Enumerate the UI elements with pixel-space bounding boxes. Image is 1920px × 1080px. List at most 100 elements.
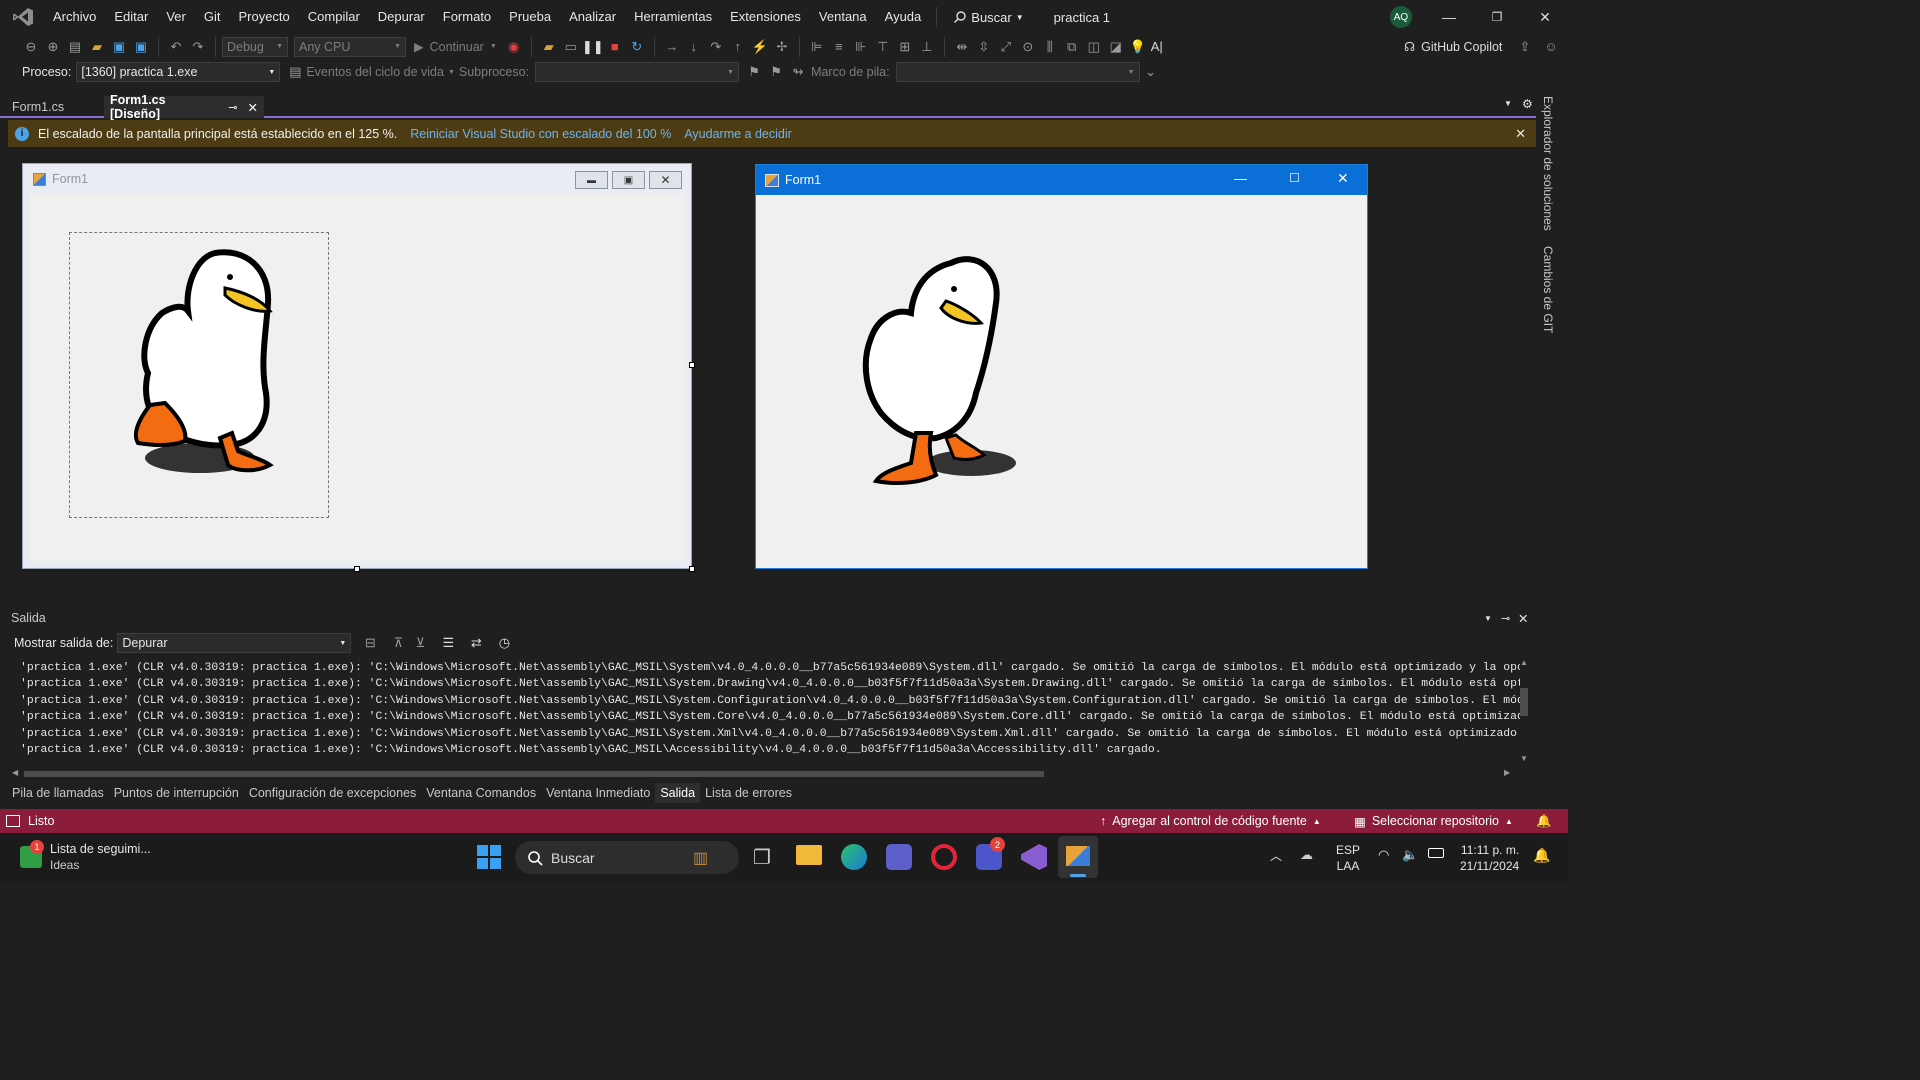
stackframe-select[interactable]: ▼ <box>895 62 1140 82</box>
menu-editar[interactable]: Editar <box>105 0 157 34</box>
design-form-window[interactable]: Form1 ▬ ▣ ✕ <box>22 163 695 572</box>
stack-icon[interactable]: ↬ <box>789 63 807 81</box>
scroll-up-icon[interactable]: ▲ <box>1520 658 1528 667</box>
visual-studio-taskbar-icon[interactable] <box>1021 844 1047 870</box>
close-tab-icon[interactable]: ✕ <box>248 100 258 115</box>
widgets-button[interactable]: 1 Lista de seguimi... Ideas <box>20 840 151 873</box>
task-view-icon[interactable]: ❐ <box>753 845 771 870</box>
clock[interactable]: 11:11 p. m. 21/11/2024 <box>1460 842 1519 874</box>
undo-icon[interactable]: ↶ <box>167 38 185 56</box>
scroll-thumb[interactable] <box>24 771 1044 777</box>
scroll-down-icon[interactable]: ▼ <box>1520 754 1528 763</box>
new-project-icon[interactable]: ▤ <box>66 38 84 56</box>
size-icon[interactable]: ⤢ <box>997 38 1015 56</box>
flag-icon[interactable]: ⚑ <box>745 63 763 81</box>
center-icon[interactable]: ⫼ <box>1041 38 1059 56</box>
continue-button[interactable]: ▶ Continuar ▼ <box>414 39 497 55</box>
tab-form1-cs[interactable]: Form1.cs <box>6 96 104 118</box>
process-select[interactable]: [1360] practica 1.exe ▼ <box>76 62 281 82</box>
lightbulb-icon[interactable]: 💡 <box>1129 38 1147 56</box>
find-message-icon[interactable]: ⊟ <box>361 634 379 652</box>
tab-call-stack[interactable]: Pila de llamadas <box>7 786 109 800</box>
language-indicator[interactable]: ESP LAA <box>1336 842 1360 874</box>
tab-command-window[interactable]: Ventana Comandos <box>421 786 541 800</box>
minimize-button[interactable]: — <box>1426 0 1472 34</box>
screen-icon[interactable]: ▭ <box>562 38 580 56</box>
align-center-icon[interactable]: ≡ <box>830 38 848 56</box>
resize-handle[interactable] <box>354 566 360 572</box>
step-into-icon[interactable]: ↓ <box>685 38 703 56</box>
menu-prueba[interactable]: Prueba <box>500 0 560 34</box>
pin-icon[interactable]: ⊸ <box>1501 612 1510 625</box>
tab-output[interactable]: Salida <box>655 783 701 803</box>
redo-icon[interactable]: ↷ <box>189 38 207 56</box>
navigate-back-icon[interactable]: ⊖ <box>22 38 40 56</box>
tab-breakpoints[interactable]: Puntos de interrupción <box>109 786 244 800</box>
platform-select[interactable]: Any CPU ▼ <box>294 36 406 57</box>
add-source-control-button[interactable]: ↑ Agregar al control de código fuente ▲ <box>1100 814 1321 828</box>
flag-all-icon[interactable]: ⚑ <box>767 63 785 81</box>
align-top-icon[interactable]: ⊤ <box>874 38 892 56</box>
next-message-icon[interactable]: ⊻ <box>411 634 429 652</box>
scroll-left-icon[interactable]: ◀ <box>12 768 18 777</box>
restart-icon[interactable]: ↻ <box>628 38 646 56</box>
visual-studio-logo-icon[interactable] <box>12 7 34 27</box>
menu-git[interactable]: Git <box>195 0 230 34</box>
design-picturebox[interactable] <box>69 232 329 518</box>
battery-icon[interactable] <box>1428 848 1444 858</box>
search-button[interactable]: Buscar ▼ <box>943 10 1033 25</box>
menu-depurar[interactable]: Depurar <box>369 0 434 34</box>
start-icon[interactable] <box>477 845 501 869</box>
notifications-icon[interactable]: 🔔 <box>1536 814 1552 829</box>
restart-scaling-link[interactable]: Reiniciar Visual Studio con escalado del… <box>410 127 671 141</box>
chevron-up-icon[interactable]: ︿ <box>1270 847 1282 864</box>
configuration-select[interactable]: Debug ▼ <box>222 36 288 57</box>
help-decide-link[interactable]: Ayudarme a decidir <box>684 127 791 141</box>
order-icon[interactable]: ⧉ <box>1063 38 1081 56</box>
breakpoint-icon[interactable]: ✢ <box>773 38 791 56</box>
ai-button[interactable]: A| <box>1151 38 1163 56</box>
lifecycle-icon[interactable]: ▤ <box>286 63 304 81</box>
design-form-client[interactable] <box>30 194 684 562</box>
solution-explorer-tab[interactable]: Explorador de soluciones <box>1541 96 1555 231</box>
step-out-icon[interactable]: ↑ <box>729 38 747 56</box>
tab-error-list[interactable]: Lista de errores <box>700 786 797 800</box>
github-copilot-button[interactable]: ☊ GitHub Copilot <box>1404 39 1502 55</box>
select-repo-button[interactable]: ▦ Seleccionar repositorio ▲ <box>1354 814 1513 829</box>
scroll-thumb[interactable] <box>1520 688 1528 716</box>
send-back-icon[interactable]: ◪ <box>1107 38 1125 56</box>
menu-compilar[interactable]: Compilar <box>299 0 369 34</box>
output-menu-icon[interactable]: ▼ <box>1484 614 1492 623</box>
navigate-forward-icon[interactable]: ⊕ <box>44 38 62 56</box>
close-output-icon[interactable]: ✕ <box>1518 611 1528 626</box>
volume-icon[interactable]: 🔈 <box>1402 847 1418 863</box>
tab-list-icon[interactable]: ▼ <box>1504 99 1512 108</box>
align-middle-icon[interactable]: ⊞ <box>896 38 914 56</box>
menu-analizar[interactable]: Analizar <box>560 0 625 34</box>
run-form-titlebar[interactable]: Form1 — ☐ ✕ <box>756 165 1367 195</box>
taskbar-search[interactable]: Buscar ▥ <box>515 841 739 874</box>
onedrive-icon[interactable]: ☁ <box>1300 847 1313 863</box>
align-right-icon[interactable]: ⊪ <box>852 38 870 56</box>
run-close-button[interactable]: ✕ <box>1337 170 1349 187</box>
resize-handle[interactable] <box>689 362 695 368</box>
prev-message-icon[interactable]: ⊼ <box>389 634 407 652</box>
feedback-icon[interactable]: ☺ <box>1542 38 1560 56</box>
avatar[interactable]: AQ <box>1390 6 1412 28</box>
zoom-icon[interactable]: ⊙ <box>1019 38 1037 56</box>
share-icon[interactable]: ⇪ <box>1516 38 1534 56</box>
hot-reload-icon[interactable]: ◉ <box>505 38 523 56</box>
menu-ver[interactable]: Ver <box>157 0 195 34</box>
timestamp-icon[interactable]: ◷ <box>495 634 513 652</box>
align-left-icon[interactable]: ⊫ <box>808 38 826 56</box>
show-next-statement-icon[interactable]: → <box>663 38 681 56</box>
lifecycle-events-button[interactable]: Eventos del ciclo de vida <box>306 65 444 79</box>
folder-icon[interactable]: ▰ <box>540 38 558 56</box>
open-file-icon[interactable]: ▰ <box>88 38 106 56</box>
save-icon[interactable]: ▣ <box>110 38 128 56</box>
clear-all-icon[interactable]: ☰ <box>439 634 457 652</box>
tab-exception-settings[interactable]: Configuración de excepciones <box>244 786 421 800</box>
menu-proyecto[interactable]: Proyecto <box>229 0 298 34</box>
thread-select[interactable]: ▼ <box>535 62 740 82</box>
running-app-button[interactable] <box>1058 836 1098 878</box>
